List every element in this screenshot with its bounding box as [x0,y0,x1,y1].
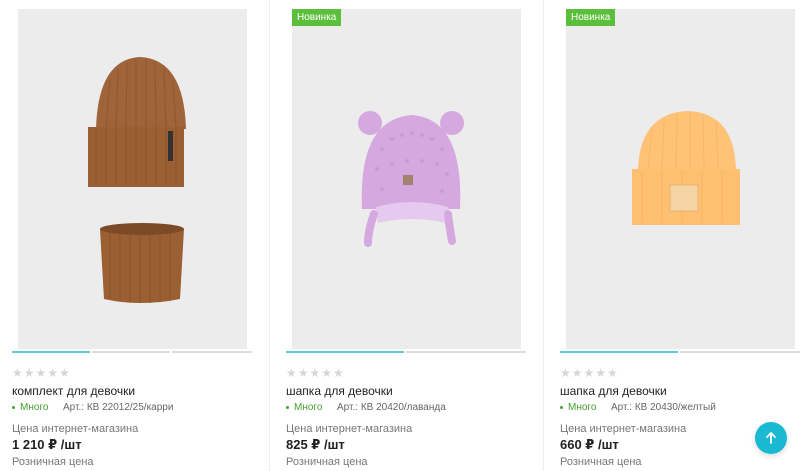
retail-price-label: Розничная цена [560,456,642,468]
image-slider-indicator[interactable] [560,351,800,353]
new-badge: Новинка [566,9,616,26]
slider-segment[interactable] [286,351,404,353]
product-card[interactable]: ★★★★★ комплект для девочки Много Арт.: К… [12,0,275,471]
product-image[interactable]: Новинка [292,9,521,349]
divider [269,0,270,471]
availability-text: Много [20,402,49,413]
new-badge: Новинка [292,9,342,26]
price-label: Цена интернет-магазина [12,423,139,435]
bear-ear-hat-icon [358,111,464,247]
status-dot-icon [12,405,15,409]
availability-status: Много [12,402,48,413]
article-number: Арт.: КВ 20420/лаванда [337,402,446,413]
product-name[interactable]: комплект для девочки [12,384,135,398]
beanie-hat-icon [632,111,740,225]
slider-segment[interactable] [92,351,170,353]
slider-segment[interactable] [680,351,800,353]
divider [543,0,544,471]
image-slider-indicator[interactable] [12,351,252,353]
price-label: Цена интернет-магазина [286,423,413,435]
arrow-up-icon [766,432,776,444]
availability-status: Много [560,402,596,413]
availability-text: Много [294,402,323,413]
slider-segment[interactable] [406,351,526,353]
product-image[interactable]: Новинка [566,9,795,349]
slider-segment[interactable] [12,351,90,353]
product-image[interactable] [18,9,247,349]
price: 825 ₽ /шт [286,437,345,452]
rating-stars[interactable]: ★★★★★ [286,366,345,380]
article-number: Арт.: КВ 22012/25/карри [63,402,174,413]
rating-stars[interactable]: ★★★★★ [12,366,71,380]
product-card[interactable]: Новинка ★★★★★ шапка для девочки Много Ар… [560,0,800,471]
product-name[interactable]: шапка для девочки [286,384,393,398]
hat-and-snood-icon [88,57,186,303]
retail-price-label: Розничная цена [12,456,94,468]
price-label: Цена интернет-магазина [560,423,687,435]
retail-price-label: Розничная цена [286,456,368,468]
rating-stars[interactable]: ★★★★★ [560,366,619,380]
slider-segment[interactable] [172,351,252,353]
status-dot-icon [286,405,289,409]
availability-status: Много [286,402,322,413]
article-number: Арт.: КВ 20430/желтый [611,402,716,413]
image-slider-indicator[interactable] [286,351,526,353]
price: 660 ₽ /шт [560,437,619,452]
slider-segment[interactable] [560,351,678,353]
scroll-to-top-button[interactable] [755,422,787,454]
price: 1 210 ₽ /шт [12,437,82,452]
product-name[interactable]: шапка для девочки [560,384,667,398]
product-card[interactable]: Новинка ★★★★★ шапка для девочки Много Ар… [286,0,549,471]
status-dot-icon [560,405,563,409]
availability-text: Много [568,402,597,413]
